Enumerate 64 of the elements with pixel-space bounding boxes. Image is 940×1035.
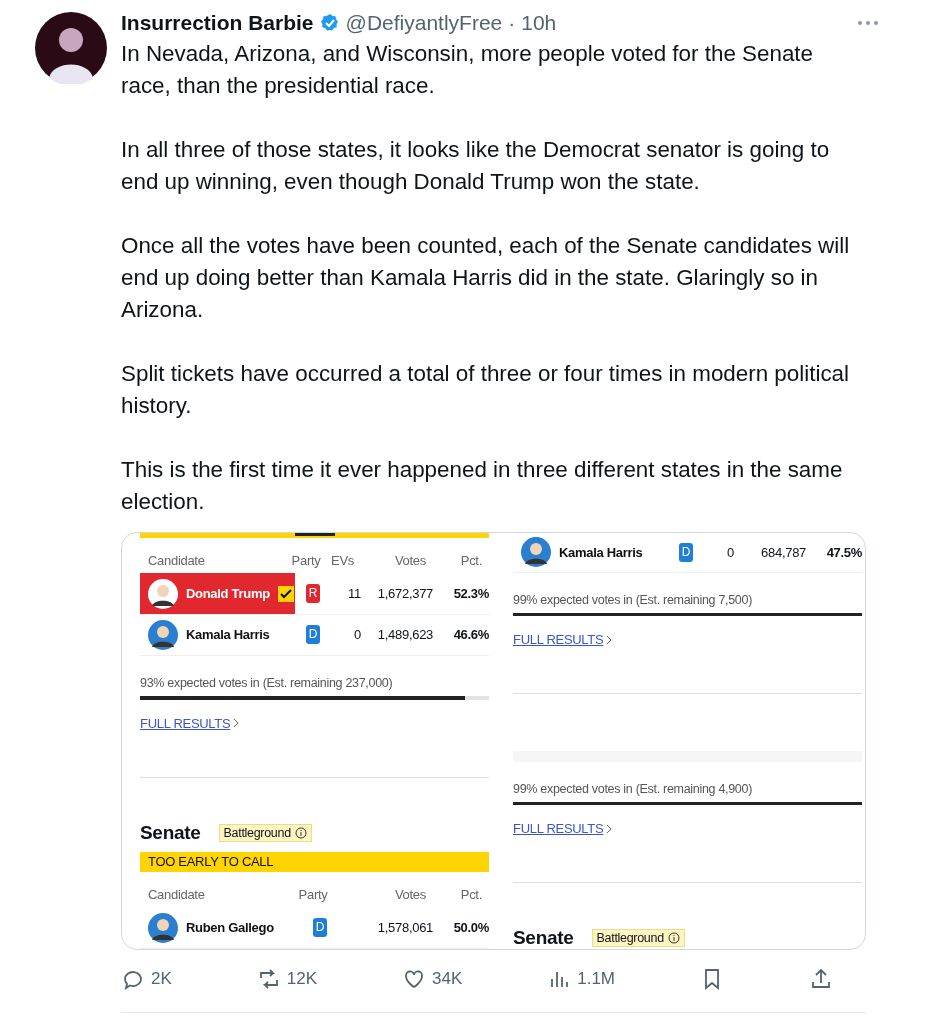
author-name[interactable]: Insurrection Barbie xyxy=(121,11,314,35)
avatar-icon xyxy=(148,912,178,943)
evs-cell-text: 0 xyxy=(353,627,361,643)
progress-text: 93% expected votes in (Est. remaining 237,000) xyxy=(140,676,394,691)
chevron-icon xyxy=(606,823,613,834)
party-tag: D xyxy=(306,625,320,645)
column-header: Party xyxy=(290,552,322,568)
more-icon[interactable] xyxy=(857,20,879,26)
avatar-icon xyxy=(521,537,551,568)
votes-cell-text: 1,672,377 xyxy=(376,586,433,601)
author-handle[interactable]: @DefiyantlyFree xyxy=(345,11,503,35)
pct-cell-text: 52.3% xyxy=(452,586,489,601)
column-header: EVs xyxy=(330,552,354,568)
tweet-paragraph: Once all the votes have been counted, each of the Senate candidates will end up doing better than Kamala Harris did in the state. Glaringly so in Arizona. xyxy=(121,232,851,324)
action-count: 1.1M xyxy=(577,969,615,989)
column-header: Pct. xyxy=(459,552,482,568)
column-header: Candidate xyxy=(147,887,206,903)
column-header: Votes xyxy=(393,887,426,903)
progress-text: 99% expected votes in (Est. remaining 7,500) xyxy=(513,592,754,607)
media-card[interactable] xyxy=(121,532,866,950)
action-count: 34K xyxy=(432,969,463,989)
full-results-link[interactable]: FULL RESULTS xyxy=(513,632,604,648)
avatar-icon xyxy=(148,619,178,650)
tweet-paragraph: This is the first time it ever happened in three different states in the same election. xyxy=(121,456,844,516)
section-title: Senate xyxy=(140,821,201,844)
evs-cell-text: 11 xyxy=(347,586,361,601)
tweet-paragraph: In all three of those states, it looks like the Democrat senator is going to end up winning, even though Donald Trump won the state. xyxy=(121,136,831,196)
section-title: Senate xyxy=(513,927,574,949)
chevron-icon xyxy=(233,718,240,729)
votes-cell-text: 1,578,061 xyxy=(376,920,433,936)
party-tag: R xyxy=(306,584,320,603)
post-time[interactable]: 10h xyxy=(521,11,557,35)
party-tag: D xyxy=(679,542,693,562)
separator-dot: · xyxy=(508,11,516,35)
pct-cell-text: 50.0% xyxy=(452,920,489,936)
full-results-link[interactable]: FULL RESULTS xyxy=(140,715,231,731)
status-banner: TOO EARLY TO CALL xyxy=(140,851,489,872)
pct-cell-text: 46.6% xyxy=(452,627,489,643)
action-count: 2K xyxy=(151,969,172,989)
pct-cell-text: 47.5% xyxy=(825,544,862,560)
tweet-paragraph: Split tickets have occurred a total of three or four times in modern political history. xyxy=(121,360,851,420)
column-header: Pct. xyxy=(459,887,482,903)
avatar-icon xyxy=(148,578,178,609)
full-results-link[interactable]: FULL RESULTS xyxy=(513,821,604,837)
chevron-icon xyxy=(606,634,613,645)
party-tag: D xyxy=(313,918,327,938)
column-header: Candidate xyxy=(147,552,206,568)
check-icon xyxy=(277,585,294,602)
profile-avatar[interactable] xyxy=(35,12,107,84)
votes-cell-text: 684,787 xyxy=(760,544,806,560)
tab-indicator xyxy=(294,533,335,536)
candidate-name: Donald Trump xyxy=(186,586,270,601)
candidate-name: Ruben Gallego xyxy=(186,920,274,936)
battleground-badge: Battleground xyxy=(218,823,312,842)
battleground-badge: Battleground xyxy=(591,929,685,947)
evs-cell-text: 0 xyxy=(726,544,734,560)
tweet-paragraph: In Nevada, Arizona, and Wisconsin, more people voted for the Senate race, than the presidential race. xyxy=(121,40,815,100)
progress-text: 99% expected votes in (Est. remaining 4,900) xyxy=(513,781,754,796)
candidate-name: Kamala Harris xyxy=(186,627,270,643)
column-header: Party xyxy=(297,887,329,903)
candidate-name: Kamala Harris xyxy=(559,544,643,560)
column-header: Votes xyxy=(393,552,426,568)
votes-cell-text: 1,489,623 xyxy=(376,627,433,643)
action-count: 12K xyxy=(286,969,317,989)
